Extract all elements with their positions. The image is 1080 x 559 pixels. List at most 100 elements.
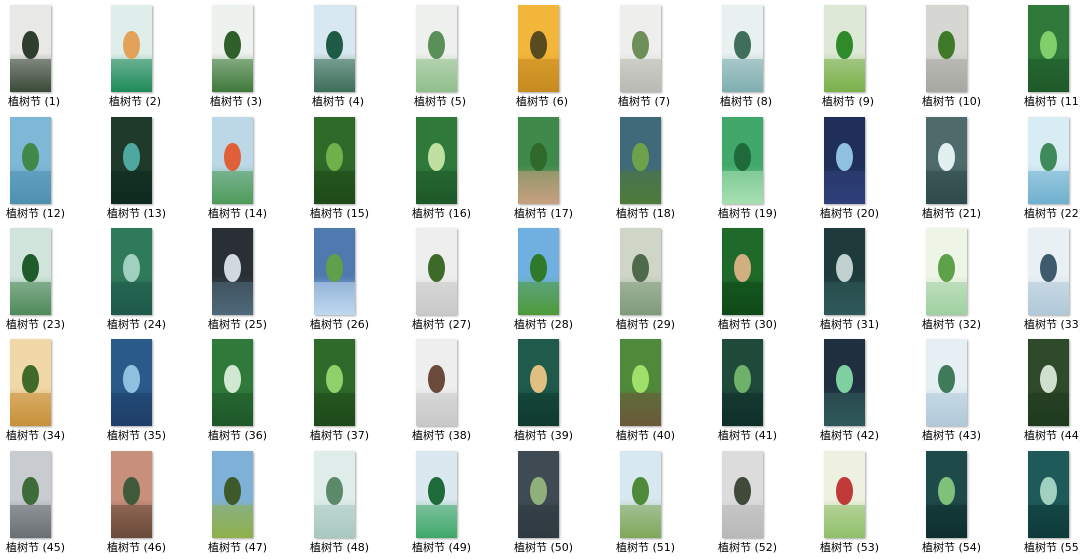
- file-name-label[interactable]: 植树节 (29): [616, 318, 675, 331]
- file-name-label[interactable]: 植树节 (15): [310, 207, 369, 220]
- file-thumbnail[interactable]: [722, 5, 763, 92]
- file-thumbnail[interactable]: [1028, 228, 1069, 315]
- file-thumbnail[interactable]: [926, 339, 967, 426]
- file-item[interactable]: 植树节 (44): [1024, 339, 1080, 447]
- file-name-label[interactable]: 植树节 (14): [208, 207, 267, 220]
- file-name-label[interactable]: 植树节 (17): [514, 207, 573, 220]
- file-name-label[interactable]: 植树节 (25): [208, 318, 267, 331]
- file-thumbnail[interactable]: [824, 5, 865, 92]
- file-name-label[interactable]: 植树节 (27): [412, 318, 471, 331]
- file-thumbnail[interactable]: [416, 5, 457, 92]
- file-item[interactable]: 植树节 (20): [820, 117, 924, 225]
- file-item[interactable]: 植树节 (46): [107, 451, 211, 559]
- file-item[interactable]: 植树节 (25): [208, 228, 312, 336]
- file-name-label[interactable]: 植树节 (43): [922, 429, 981, 442]
- file-item[interactable]: 植树节 (42): [820, 339, 924, 447]
- file-item[interactable]: 植树节 (38): [412, 339, 516, 447]
- file-item[interactable]: 植树节 (10): [922, 5, 1026, 113]
- file-thumbnail[interactable]: [314, 339, 355, 426]
- file-item[interactable]: 植树节 (35): [107, 339, 211, 447]
- file-item[interactable]: 植树节 (32): [922, 228, 1026, 336]
- file-name-label[interactable]: 植树节 (47): [208, 541, 267, 554]
- file-item[interactable]: 植树节 (53): [820, 451, 924, 559]
- file-name-label[interactable]: 植树节 (53): [820, 541, 879, 554]
- file-name-label[interactable]: 植树节 (50): [514, 541, 573, 554]
- file-name-label[interactable]: 植树节 (18): [616, 207, 675, 220]
- file-name-label[interactable]: 植树节 (4): [310, 95, 366, 108]
- file-name-label[interactable]: 植树节 (22): [1024, 207, 1080, 220]
- file-name-label[interactable]: 植树节 (33): [1024, 318, 1080, 331]
- file-item[interactable]: 植树节 (4): [312, 5, 414, 113]
- file-item[interactable]: 植树节 (31): [820, 228, 924, 336]
- file-item[interactable]: 植树节 (48): [310, 451, 414, 559]
- file-name-label[interactable]: 植树节 (5): [412, 95, 468, 108]
- file-item[interactable]: 植树节 (47): [208, 451, 312, 559]
- file-thumbnail[interactable]: [10, 339, 51, 426]
- file-thumbnail[interactable]: [212, 228, 253, 315]
- file-name-label[interactable]: 植树节 (7): [616, 95, 672, 108]
- file-item[interactable]: 植树节 (54): [922, 451, 1026, 559]
- file-item[interactable]: 植树节 (9): [822, 5, 924, 113]
- file-name-label[interactable]: 植树节 (13): [107, 207, 166, 220]
- file-thumbnail[interactable]: [824, 451, 865, 538]
- file-name-label[interactable]: 植树节 (10): [922, 95, 981, 108]
- file-item[interactable]: 植树节 (27): [412, 228, 516, 336]
- file-thumbnail[interactable]: [416, 228, 457, 315]
- file-thumbnail[interactable]: [416, 451, 457, 538]
- file-item[interactable]: 植树节 (34): [6, 339, 110, 447]
- file-item[interactable]: 植树节 (45): [6, 451, 110, 559]
- file-name-label[interactable]: 植树节 (54): [922, 541, 981, 554]
- file-item[interactable]: 植树节 (49): [412, 451, 516, 559]
- file-item[interactable]: 植树节 (12): [6, 117, 110, 225]
- file-name-label[interactable]: 植树节 (16): [412, 207, 471, 220]
- file-name-label[interactable]: 植树节 (40): [616, 429, 675, 442]
- file-item[interactable]: 植树节 (21): [922, 117, 1026, 225]
- file-thumbnail[interactable]: [111, 228, 152, 315]
- file-thumbnail[interactable]: [212, 5, 253, 92]
- file-item[interactable]: 植树节 (5): [414, 5, 516, 113]
- file-thumbnail[interactable]: [1028, 451, 1069, 538]
- file-thumbnail[interactable]: [1028, 117, 1069, 204]
- file-thumbnail[interactable]: [10, 228, 51, 315]
- file-name-label[interactable]: 植树节 (2): [107, 95, 163, 108]
- file-name-label[interactable]: 植树节 (49): [412, 541, 471, 554]
- file-thumbnail[interactable]: [314, 117, 355, 204]
- file-item[interactable]: 植树节 (2): [109, 5, 211, 113]
- file-item[interactable]: 植树节 (28): [514, 228, 618, 336]
- file-item[interactable]: 植树节 (33): [1024, 228, 1080, 336]
- file-thumbnail[interactable]: [620, 117, 661, 204]
- file-item[interactable]: 植树节 (51): [616, 451, 720, 559]
- file-item[interactable]: 植树节 (50): [514, 451, 618, 559]
- file-thumbnail[interactable]: [722, 228, 763, 315]
- file-item[interactable]: 植树节 (22): [1024, 117, 1080, 225]
- file-thumbnail[interactable]: [518, 5, 559, 92]
- file-item[interactable]: 植树节 (24): [107, 228, 211, 336]
- file-thumbnail[interactable]: [926, 451, 967, 538]
- file-item[interactable]: 植树节 (39): [514, 339, 618, 447]
- file-thumbnail[interactable]: [111, 117, 152, 204]
- file-name-label[interactable]: 植树节 (23): [6, 318, 65, 331]
- file-thumbnail[interactable]: [518, 117, 559, 204]
- file-thumbnail[interactable]: [111, 451, 152, 538]
- file-item[interactable]: 植树节 (14): [208, 117, 312, 225]
- file-thumbnail[interactable]: [416, 339, 457, 426]
- file-name-label[interactable]: 植树节 (42): [820, 429, 879, 442]
- file-name-label[interactable]: 植树节 (12): [6, 207, 65, 220]
- file-item[interactable]: 植树节 (43): [922, 339, 1026, 447]
- file-name-label[interactable]: 植树节 (26): [310, 318, 369, 331]
- file-thumbnail[interactable]: [1028, 5, 1069, 92]
- file-thumbnail[interactable]: [620, 339, 661, 426]
- file-item[interactable]: 植树节 (37): [310, 339, 414, 447]
- file-item[interactable]: 植树节 (15): [310, 117, 414, 225]
- file-thumbnail[interactable]: [111, 5, 152, 92]
- file-item[interactable]: 植树节 (40): [616, 339, 720, 447]
- file-thumbnail[interactable]: [824, 117, 865, 204]
- file-thumbnail[interactable]: [416, 117, 457, 204]
- file-item[interactable]: 植树节 (30): [718, 228, 822, 336]
- file-name-label[interactable]: 植树节 (52): [718, 541, 777, 554]
- file-name-label[interactable]: 植树节 (45): [6, 541, 65, 554]
- file-thumbnail[interactable]: [314, 5, 355, 92]
- file-name-label[interactable]: 植树节 (39): [514, 429, 573, 442]
- file-thumbnail[interactable]: [314, 451, 355, 538]
- file-name-label[interactable]: 植树节 (21): [922, 207, 981, 220]
